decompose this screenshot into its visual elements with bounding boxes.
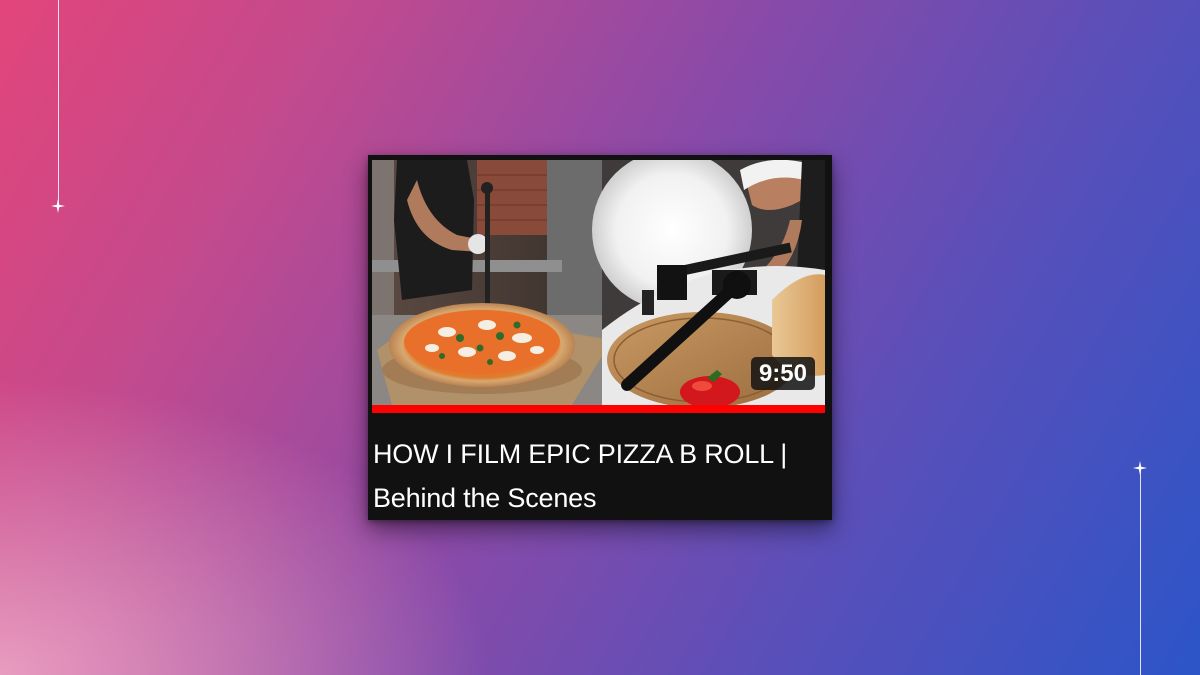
video-card[interactable]: 9:50 HOW I FILM EPIC PIZZA B ROLL | Behi… [368, 155, 832, 520]
duration-badge: 9:50 [750, 357, 815, 390]
video-thumbnail[interactable]: 9:50 [372, 160, 825, 405]
watch-progress-fill [372, 405, 825, 413]
sparkle-icon [51, 199, 65, 213]
watch-progress-bar [372, 405, 825, 413]
decorative-line-left [58, 0, 59, 204]
decorative-line-right [1140, 470, 1141, 675]
video-title[interactable]: HOW I FILM EPIC PIZZA B ROLL | Behind th… [373, 432, 813, 520]
sparkle-icon [1133, 461, 1147, 475]
